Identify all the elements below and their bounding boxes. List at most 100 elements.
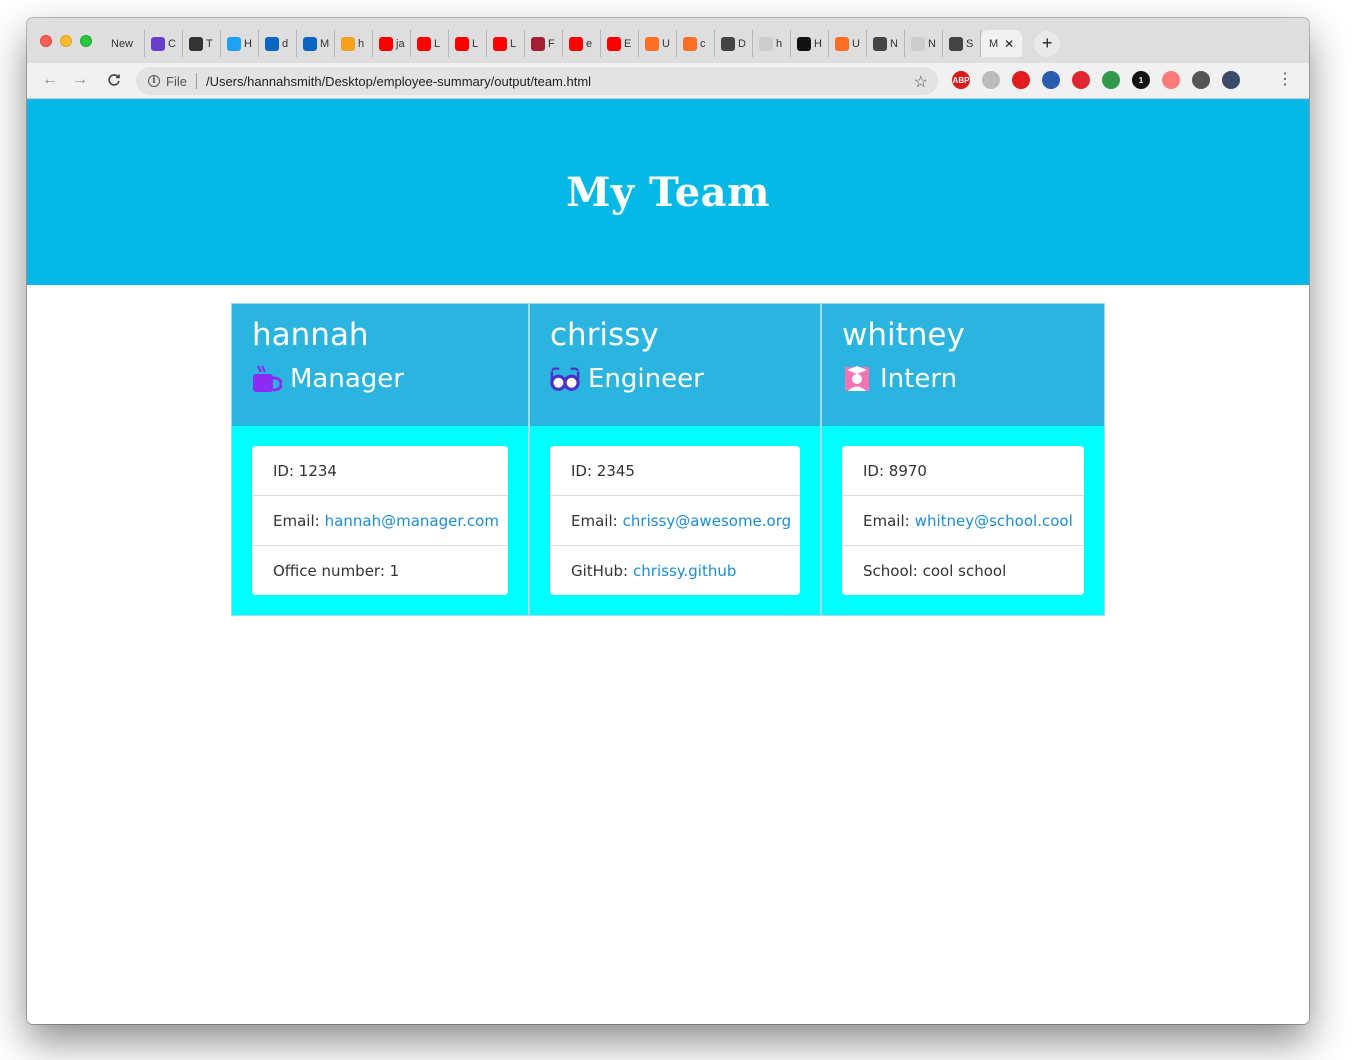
tab-title: N	[928, 37, 936, 50]
forward-button[interactable]: →	[69, 69, 91, 91]
browser-tab[interactable]: d	[259, 30, 297, 57]
browser-tab[interactable]: U	[829, 30, 867, 57]
url-separator	[195, 73, 197, 89]
page-content: My Team hannah Manager ID: 1234 Email: h…	[27, 99, 1309, 1024]
info-list: ID: 8970 Email: whitney@school.cool Scho…	[842, 446, 1084, 595]
forward-arrow-icon: →	[72, 71, 88, 88]
employee-name: hannah	[252, 317, 369, 353]
browser-tab[interactable]: New	[105, 30, 145, 57]
browser-tab[interactable]: C	[145, 30, 183, 57]
info-icon[interactable]: i	[148, 75, 160, 87]
ext-arrow-icon[interactable]	[1162, 71, 1180, 89]
office-item: Office number: 1	[252, 546, 508, 595]
employee-name: whitney	[842, 317, 965, 353]
vivaldi-icon[interactable]	[1072, 71, 1090, 89]
close-tab-icon[interactable]: ✕	[1004, 37, 1014, 51]
browser-tab[interactable]: h	[335, 30, 373, 57]
employee-role: Manager	[252, 364, 508, 394]
browser-tab[interactable]: L	[411, 30, 449, 57]
team-cards: hannah Manager ID: 1234 Email: hannah@ma…	[231, 303, 1105, 616]
browser-menu-icon[interactable]: ⋮	[1277, 72, 1293, 88]
browser-tab[interactable]: ja	[373, 30, 411, 57]
tab-favicon-icon	[265, 36, 279, 51]
reload-button[interactable]	[103, 69, 125, 91]
card-header: hannah Manager	[232, 304, 528, 426]
browser-tab[interactable]: S	[943, 30, 981, 57]
browser-tab[interactable]: U	[639, 30, 677, 57]
school-text: School: cool school	[863, 561, 1007, 580]
onepassword-icon[interactable]: 1	[1132, 71, 1150, 89]
back-button[interactable]: ←	[39, 69, 61, 91]
email-item: Email: whitney@school.cool	[842, 496, 1084, 546]
id-item: ID: 2345	[550, 446, 800, 496]
browser-tab[interactable]: N	[867, 30, 905, 57]
close-window-button[interactable]	[40, 35, 52, 47]
browser-window: New C T Hd Mh ja L L L Fe E Uc Dh H U N N S M ✕ + ← → i File…	[27, 18, 1309, 1024]
tab-title: L	[472, 37, 479, 50]
new-tab-button[interactable]: +	[1034, 30, 1061, 57]
tab-title: M	[320, 37, 330, 50]
tab-favicon-icon	[645, 36, 659, 51]
role-label: Manager	[290, 364, 404, 394]
page-title: My Team	[566, 168, 770, 216]
tab-favicon-icon	[455, 36, 469, 51]
tab-title: E	[624, 37, 632, 50]
browser-tab[interactable]: c	[677, 30, 715, 57]
profile-avatar[interactable]	[1222, 71, 1240, 89]
address-bar[interactable]: i File /Users/hannahsmith/Desktop/employ…	[136, 67, 938, 95]
browser-tab[interactable]: E	[601, 30, 639, 57]
browser-tab[interactable]: e	[563, 30, 601, 57]
shield-icon[interactable]	[1102, 71, 1120, 89]
tab-title: New	[111, 37, 134, 50]
opera-icon[interactable]	[1012, 71, 1030, 89]
minimize-window-button[interactable]	[60, 35, 72, 47]
extensions-area: ABP 1	[952, 71, 1240, 89]
url-scheme: File	[166, 73, 187, 89]
email-link[interactable]: whitney@school.cool	[915, 512, 1073, 530]
email-link[interactable]: hannah@manager.com	[325, 512, 499, 530]
tab-title: S	[966, 37, 974, 50]
browser-tab[interactable]: H	[221, 30, 259, 57]
employee-role: Intern	[842, 364, 1084, 394]
browser-tab[interactable]: T	[183, 30, 221, 57]
browser-tab[interactable]: N	[905, 30, 943, 57]
tab-title: M	[989, 37, 999, 50]
role-label: Intern	[880, 364, 958, 394]
browser-tab[interactable]: h	[753, 30, 791, 57]
bookmark-star-icon[interactable]: ☆	[914, 72, 928, 92]
browser-tab[interactable]: F	[525, 30, 563, 57]
tab-favicon-icon	[721, 36, 735, 51]
tab-favicon-icon	[835, 36, 849, 51]
url-text: /Users/hannahsmith/Desktop/employee-summ…	[205, 73, 592, 89]
email-link[interactable]: chrissy@awesome.org	[623, 512, 792, 530]
employee-name: chrissy	[550, 317, 659, 353]
tab-favicon-icon	[417, 36, 431, 51]
maximize-window-button[interactable]	[80, 35, 92, 47]
tab-title: d	[282, 37, 289, 50]
github-item: GitHub: chrissy.github	[550, 546, 800, 595]
reload-icon	[108, 74, 120, 86]
tab-favicon-icon	[607, 36, 621, 51]
browser-tab[interactable]: M	[297, 30, 335, 57]
browser-tab[interactable]: H	[791, 30, 829, 57]
browser-tab[interactable]: D	[715, 30, 753, 57]
tab-strip: New C T Hd Mh ja L L L Fe E Uc Dh H U N N S M ✕ +	[27, 18, 1309, 63]
adblock-plus-icon[interactable]: ABP	[952, 71, 970, 89]
email-item: Email: chrissy@awesome.org	[550, 496, 800, 546]
tab-favicon-icon	[683, 36, 697, 51]
browser-tab[interactable]: L	[449, 30, 487, 57]
browser-tab[interactable]: L	[487, 30, 525, 57]
active-tab[interactable]: M ✕	[981, 30, 1023, 57]
tab-favicon-icon	[569, 36, 583, 51]
translate-icon[interactable]	[1042, 71, 1060, 89]
back-arrow-icon: ←	[42, 71, 58, 88]
office-text: Office number: 1	[273, 561, 400, 580]
card-header: chrissy Engineer	[530, 304, 820, 426]
github-link[interactable]: chrissy.github	[633, 562, 736, 580]
puzzle-icon[interactable]	[1192, 71, 1210, 89]
ghostery-icon[interactable]	[982, 71, 1000, 89]
tab-title: N	[890, 37, 898, 50]
tab-favicon-icon	[759, 36, 773, 51]
github-label: GitHub:	[571, 561, 629, 580]
email-label: Email:	[273, 511, 320, 530]
